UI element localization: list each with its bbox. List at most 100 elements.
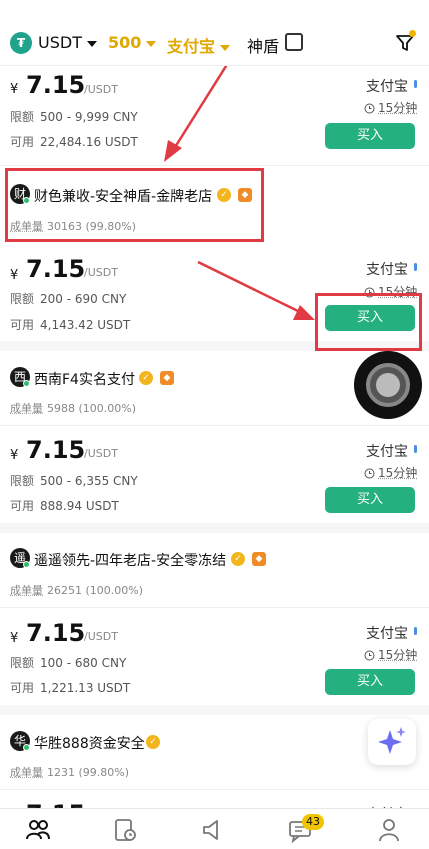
orders-icon[interactable] <box>112 817 138 843</box>
payment-label: 支付宝 <box>167 37 216 56</box>
sparkle-icon <box>378 727 406 754</box>
price-unit: /USDT <box>84 630 118 643</box>
price: 7.15 <box>26 619 86 647</box>
alipay-indicator <box>414 445 417 453</box>
currency-symbol: ¥ <box>10 631 19 646</box>
trade-volume: 成单量 26251 (100.00%) <box>10 582 143 598</box>
price: 7.15 <box>26 436 86 464</box>
limit-value: 200 - 690 CNY <box>40 292 127 306</box>
merchant-name[interactable]: 华胜888资金安全 <box>34 733 145 753</box>
chevron-down-icon <box>146 40 157 47</box>
available-label: 可用 <box>10 681 35 695</box>
time-limit: 15分钟 <box>378 101 418 115</box>
profile-icon[interactable] <box>376 817 402 843</box>
merchant-name[interactable]: 遥遥领先-四年老店-安全零冻结 <box>34 550 226 570</box>
currency-symbol: ¥ <box>10 448 19 463</box>
limit-row: 限额 100 - 680 CNY <box>10 654 126 671</box>
merchant-badge-icon: ◆ <box>252 552 266 566</box>
available-row: 可用 22,484.16 USDT <box>10 133 138 150</box>
divider <box>0 607 429 608</box>
clock-icon <box>364 650 375 661</box>
floating-assistive-ball[interactable] <box>354 351 422 419</box>
available-row: 可用 4,143.42 USDT <box>10 316 130 333</box>
merchant-name[interactable]: 西南F4实名支付 <box>34 369 135 389</box>
payment-selector[interactable]: 支付宝 <box>167 33 231 57</box>
price-unit: /USDT <box>84 447 118 460</box>
divider <box>0 165 429 166</box>
ai-assistant-button[interactable] <box>368 719 416 765</box>
annotation-box-buy-button <box>315 293 422 351</box>
volume-label: 成单量 <box>10 402 43 415</box>
annotation-arrow-head <box>293 305 315 320</box>
shield-checkbox[interactable] <box>285 33 303 51</box>
online-status-dot <box>23 744 30 751</box>
limit-value: 500 - 6,355 CNY <box>40 474 138 488</box>
limit-row: 限额 500 - 6,355 CNY <box>10 472 138 489</box>
available-value: 1,221.13 USDT <box>40 681 131 695</box>
volume-value: 26251 (100.00%) <box>47 584 144 597</box>
volume-label: 成单量 <box>10 766 43 779</box>
limit-value: 500 - 9,999 CNY <box>40 110 138 124</box>
buy-button[interactable]: 买入 <box>325 487 415 513</box>
available-value: 4,143.42 USDT <box>40 318 131 332</box>
available-value: 888.94 USDT <box>40 499 119 513</box>
price: 7.15 <box>26 255 86 283</box>
currency-symbol: ¥ <box>10 82 19 97</box>
payment-method: 支付宝 <box>366 79 408 95</box>
clock-icon <box>364 468 375 479</box>
notification-dot <box>409 30 416 37</box>
app-screen: ₮ USDT 500 支付宝 神盾 ¥ 7.15 /USDT 支付宝 15分钟 … <box>0 0 429 849</box>
volume-value: 5988 (100.00%) <box>47 402 137 415</box>
coin-label: USDT <box>38 33 82 52</box>
chevron-down-icon <box>220 44 231 51</box>
online-status-dot <box>23 561 30 568</box>
amount-label: 500 <box>108 33 142 52</box>
merchant-badge-icon: ◆ <box>160 371 174 385</box>
price-unit: /USDT <box>84 266 118 279</box>
payment-time: 15分钟 <box>364 646 417 663</box>
price: 7.15 <box>26 71 86 99</box>
buy-button[interactable]: 买入 <box>325 669 415 695</box>
alipay-indicator <box>414 263 417 271</box>
amount-selector[interactable]: 500 <box>108 33 157 52</box>
currency-symbol: ¥ <box>10 268 19 283</box>
available-label: 可用 <box>10 499 35 513</box>
annotation-arrow-line <box>197 260 303 315</box>
verified-badge-icon: ✓ <box>139 371 153 385</box>
price-unit: /USDT <box>84 83 118 96</box>
time-limit: 15分钟 <box>378 648 418 662</box>
bottom-nav <box>0 808 429 849</box>
assistive-ring <box>366 363 410 407</box>
filter-bar: ₮ USDT 500 支付宝 神盾 <box>0 0 429 66</box>
verified-badge-icon: ✓ <box>146 735 160 749</box>
limit-label: 限额 <box>10 110 35 124</box>
alipay-indicator <box>414 80 417 88</box>
volume-label: 成单量 <box>10 584 43 597</box>
tether-icon[interactable]: ₮ <box>10 32 32 54</box>
p2p-icon[interactable] <box>25 817 51 843</box>
payment-time: 15分钟 <box>364 99 417 116</box>
trade-volume: 成单量 5988 (100.00%) <box>10 400 136 416</box>
trade-volume: 成单量 1231 (99.80%) <box>10 764 129 780</box>
shield-filter-label: 神盾 <box>247 37 280 56</box>
volume-value: 1231 (99.80%) <box>47 766 130 779</box>
available-value: 22,484.16 USDT <box>40 135 138 149</box>
limit-label: 限额 <box>10 474 35 488</box>
available-row: 可用 888.94 USDT <box>10 497 119 514</box>
annotation-box-merchant <box>5 168 264 242</box>
annotation-arrow-head <box>164 140 182 162</box>
limit-value: 100 - 680 CNY <box>40 656 127 670</box>
coin-selector[interactable]: USDT <box>38 33 97 52</box>
available-label: 可用 <box>10 318 35 332</box>
section-gap <box>0 523 429 533</box>
available-row: 可用 1,221.13 USDT <box>10 679 130 696</box>
divider <box>0 789 429 790</box>
payment-method: 支付宝 <box>366 626 408 642</box>
clock-icon <box>364 103 375 114</box>
divider <box>0 425 429 426</box>
time-limit: 15分钟 <box>378 466 418 480</box>
assistive-core <box>376 373 400 397</box>
ads-icon[interactable] <box>199 817 225 843</box>
online-status-dot <box>23 380 30 387</box>
buy-button[interactable]: 买入 <box>325 123 415 149</box>
